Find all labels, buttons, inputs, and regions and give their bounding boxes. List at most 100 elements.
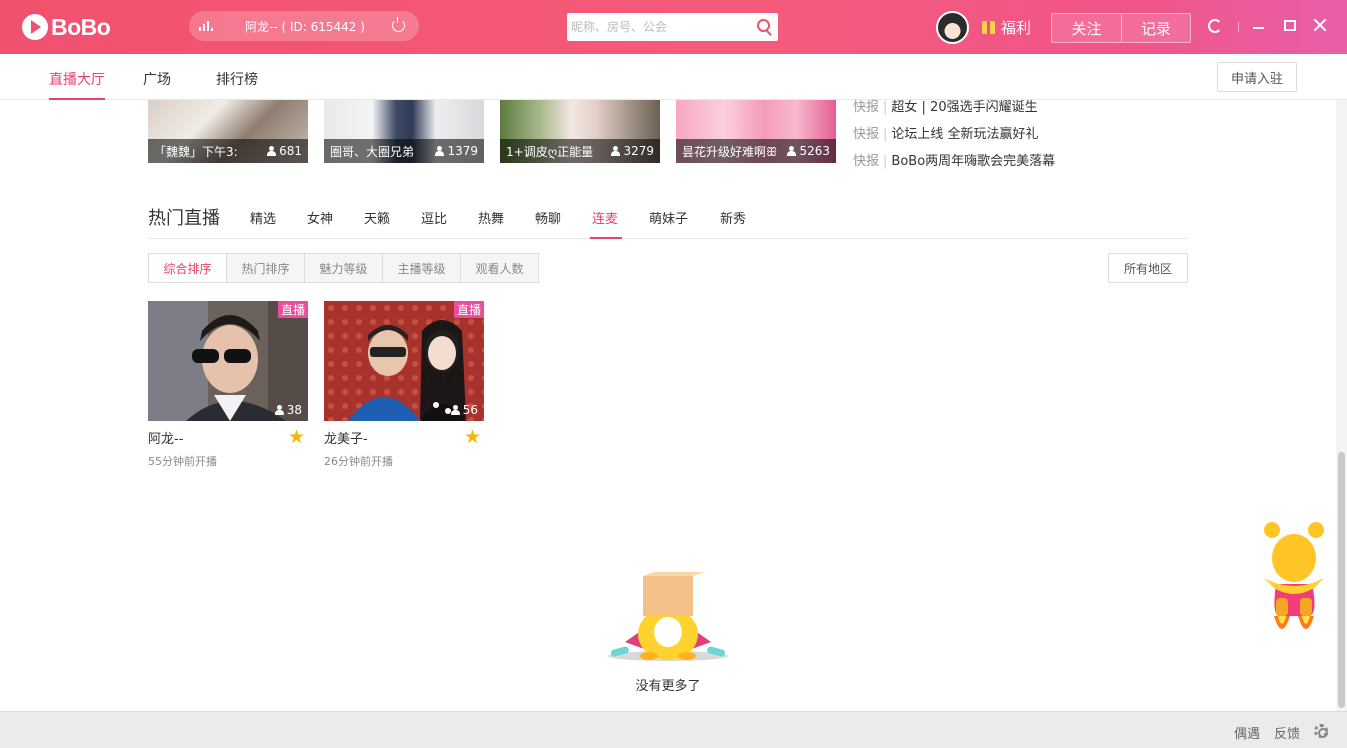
nav-ranking[interactable]: 排行榜 bbox=[216, 69, 258, 89]
tab-funny[interactable]: 逗比 bbox=[421, 208, 447, 227]
welfare-label: 福利 bbox=[1001, 19, 1032, 37]
star-icon: ★ bbox=[288, 426, 306, 448]
avatar[interactable] bbox=[936, 11, 969, 44]
current-user-pill[interactable]: 阿龙-- ( ID: 615442 ) bbox=[189, 11, 419, 41]
banner-caption-bar: 圈哥、大圈兄弟 1379 bbox=[324, 139, 484, 163]
person-icon bbox=[267, 146, 277, 156]
welfare-button[interactable]: 福利 bbox=[982, 17, 1031, 38]
banner-viewer-count: 5263 bbox=[799, 144, 830, 158]
news-separator: | bbox=[883, 100, 888, 115]
nav-live-hall[interactable]: 直播大厅 bbox=[49, 69, 105, 89]
news-separator: | bbox=[883, 127, 888, 142]
news-tag: 快报 bbox=[853, 127, 880, 142]
banner-viewer-count: 1379 bbox=[447, 144, 478, 158]
empty-state-text: 没有更多了 bbox=[635, 679, 701, 694]
tab-featured[interactable]: 精选 bbox=[250, 208, 276, 227]
banner-caption-bar: 昙花升级好难啊ꕥ 5263 bbox=[676, 139, 836, 163]
viewer-count-value: 38 bbox=[286, 403, 302, 417]
banner-viewers: 1379 bbox=[435, 144, 478, 158]
record-button[interactable]: 记录 bbox=[1121, 14, 1190, 42]
status-bar: 偶遇 反馈 bbox=[0, 711, 1347, 748]
banner-room-3[interactable]: 1+调皮ღ正能量 3279 bbox=[500, 100, 660, 163]
room-host-name[interactable]: 龙美子- bbox=[324, 428, 484, 447]
sort-viewers[interactable]: 观看人数 bbox=[460, 253, 539, 283]
meet-link[interactable]: 偶遇 bbox=[1234, 723, 1260, 742]
person-icon bbox=[450, 405, 460, 415]
viewer-count: 38 bbox=[274, 403, 302, 417]
banner-title: 圈哥、大圈兄弟 bbox=[330, 144, 415, 159]
tabs-divider bbox=[148, 238, 1188, 239]
vertical-scrollbar[interactable] bbox=[1336, 100, 1347, 711]
tab-dance[interactable]: 热舞 bbox=[478, 208, 504, 227]
sort-host-level[interactable]: 主播等级 bbox=[382, 253, 461, 283]
star-icon: ★ bbox=[464, 426, 482, 448]
gift-icon bbox=[982, 21, 995, 34]
live-badge: 直播 bbox=[454, 301, 484, 318]
follow-button[interactable]: 关注 bbox=[1052, 14, 1121, 42]
power-icon[interactable] bbox=[392, 17, 405, 32]
section-title: 热门直播 bbox=[148, 208, 220, 229]
signal-icon bbox=[199, 21, 215, 31]
news-item[interactable]: 快报 | 论坛上线 全新玩法赢好礼 bbox=[853, 123, 1039, 142]
room-start-time: 55分钟前开播 bbox=[148, 455, 217, 468]
room-card[interactable]: 直播 56 龙美子- 26分钟前开播 ★ bbox=[324, 301, 484, 469]
sort-popular[interactable]: 热门排序 bbox=[226, 253, 305, 283]
banner-room-2[interactable]: 圈哥、大圈兄弟 1379 bbox=[324, 100, 484, 163]
banner-viewers: 3279 bbox=[611, 144, 654, 158]
nav-square[interactable]: 广场 bbox=[143, 69, 171, 89]
banner-room-4[interactable]: 昙花升级好难啊ꕥ 5263 bbox=[676, 100, 836, 163]
region-select-button[interactable]: 所有地区 bbox=[1108, 253, 1188, 283]
banner-viewers: 681 bbox=[267, 144, 302, 158]
viewer-count: 56 bbox=[450, 403, 478, 417]
tab-newcomers[interactable]: 新秀 bbox=[720, 208, 746, 227]
search-input[interactable] bbox=[567, 14, 747, 40]
banner-caption-bar: 1+调皮ღ正能量 3279 bbox=[500, 139, 660, 163]
person-icon bbox=[274, 405, 284, 415]
person-icon bbox=[435, 146, 445, 156]
room-thumbnail[interactable]: 直播 38 bbox=[148, 301, 308, 421]
room-thumbnail[interactable]: 直播 56 bbox=[324, 301, 484, 421]
live-badge: 直播 bbox=[278, 301, 308, 318]
sort-overall[interactable]: 综合排序 bbox=[148, 253, 227, 283]
bobo-logo[interactable]: BoBo bbox=[22, 12, 111, 42]
apply-join-button[interactable]: 申请入驻 bbox=[1217, 62, 1297, 92]
banner-viewer-count: 3279 bbox=[623, 144, 654, 158]
viewer-count-value: 56 bbox=[462, 403, 478, 417]
sort-options: 综合排序 热门排序 魅力等级 主播等级 观看人数 bbox=[148, 253, 539, 283]
tab-chat[interactable]: 畅聊 bbox=[535, 208, 561, 227]
banner-title: 昙花升级好难啊ꕥ bbox=[682, 144, 778, 159]
banner-title: 「魏魏」下午3: bbox=[154, 144, 238, 159]
person-icon bbox=[611, 146, 621, 156]
search-box bbox=[567, 13, 778, 41]
room-start-time: 26分钟前开播 bbox=[324, 455, 393, 468]
sort-charm-level[interactable]: 魅力等级 bbox=[304, 253, 383, 283]
logo-text: BoBo bbox=[51, 13, 111, 40]
gear-icon[interactable] bbox=[1314, 724, 1328, 738]
search-icon[interactable] bbox=[757, 19, 770, 32]
room-card[interactable]: 直播 38 阿龙-- 55分钟前开播 ★ bbox=[148, 301, 308, 469]
feedback-link[interactable]: 反馈 bbox=[1274, 723, 1300, 742]
tab-co-stream[interactable]: 连麦 bbox=[592, 208, 618, 227]
floating-mascot[interactable] bbox=[1260, 520, 1328, 642]
banner-room-1[interactable]: 「魏魏」下午3: 681 bbox=[148, 100, 308, 163]
room-host-name[interactable]: 阿龙-- bbox=[148, 428, 308, 447]
nav-active-indicator bbox=[49, 98, 105, 100]
news-item[interactable]: 快报 | BoBo两周年嗨歌会完美落幕 bbox=[853, 150, 1055, 169]
tab-singing[interactable]: 天籁 bbox=[364, 208, 390, 227]
person-icon bbox=[787, 146, 797, 156]
news-text: 超女 | 20强选手闪耀诞生 bbox=[891, 100, 1038, 115]
logo-mark-icon bbox=[22, 14, 48, 40]
follow-record-group: 关注 记录 bbox=[1051, 13, 1191, 43]
current-user-label: 阿龙-- ( ID: 615442 ) bbox=[245, 19, 365, 34]
scrollbar-thumb[interactable] bbox=[1338, 452, 1345, 708]
maximize-icon[interactable] bbox=[1284, 20, 1296, 31]
tab-goddess[interactable]: 女神 bbox=[307, 208, 333, 227]
main-nav: 直播大厅 广场 排行榜 申请入驻 bbox=[0, 54, 1347, 100]
minimize-icon[interactable] bbox=[1253, 27, 1264, 29]
refresh-icon[interactable] bbox=[1208, 19, 1222, 33]
banner-title: 1+调皮ღ正能量 bbox=[506, 144, 594, 159]
close-icon[interactable] bbox=[1313, 18, 1327, 32]
tab-cute-girls[interactable]: 萌妹子 bbox=[649, 208, 688, 227]
title-bar: BoBo 阿龙-- ( ID: 615442 ) 福利 关注 记录 bbox=[0, 0, 1347, 54]
news-separator: | bbox=[883, 154, 888, 169]
